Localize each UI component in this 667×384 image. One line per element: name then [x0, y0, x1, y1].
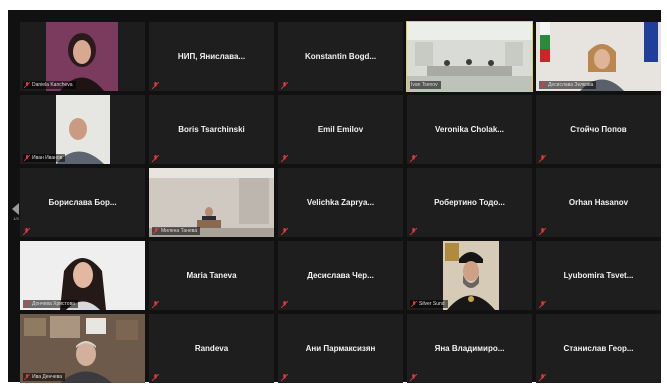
participant-tile-active-speaker[interactable]: Ivan Tsenov [406, 21, 533, 92]
participant-name: Velichka Zaprya... [306, 198, 375, 207]
meeting-gallery-view: 1/3 1/3 Daniela Kancheva НИП, Янислава..… [8, 10, 661, 383]
participant-name: Яна Владимиро... [434, 344, 505, 353]
muted-mic-icon [152, 82, 159, 89]
muted-mic-icon [24, 374, 30, 380]
muted-mic-icon [24, 82, 30, 88]
video-name-label: Дончева Христова [23, 300, 78, 308]
video-name-label: Silver Sund [410, 300, 448, 308]
participant-grid: Daniela Kancheva НИП, Янислава... Konsta… [20, 21, 661, 383]
participant-name: Konstantin Bogd... [304, 52, 377, 61]
participant-tile[interactable]: Orhan Hasanov [536, 168, 661, 237]
muted-mic-icon [539, 228, 546, 235]
muted-mic-icon [410, 374, 417, 381]
muted-mic-icon [281, 374, 288, 381]
participant-tile[interactable]: Робертино Тодо... [407, 168, 532, 237]
participant-name: НИП, Янислава... [177, 52, 246, 61]
participant-tile[interactable]: Десислава Чер... [278, 241, 403, 310]
participant-tile[interactable]: НИП, Янислава... [149, 22, 274, 91]
participant-tile-video[interactable]: Silver Sund [407, 241, 532, 310]
participant-name: Ани Пармаксизян [305, 344, 376, 353]
muted-mic-icon [24, 155, 30, 161]
participant-name: Maria Taneva [186, 271, 237, 280]
participant-name: Станислав Геор... [563, 344, 634, 353]
participant-name: Робертино Тодо... [434, 198, 505, 207]
participant-tile-video[interactable]: Daniela Kancheva [20, 22, 145, 91]
muted-mic-icon [281, 228, 288, 235]
muted-mic-icon [410, 155, 417, 162]
video-name-label: Ivan Tsenov [410, 81, 441, 89]
muted-mic-icon [539, 155, 546, 162]
participant-tile[interactable]: Randeva [149, 314, 274, 383]
participant-name: Lyubomira Tsvet... [563, 271, 634, 280]
participant-tile[interactable]: Ани Пармаксизян [278, 314, 403, 383]
video-name-label: Daniela Kancheva [23, 81, 76, 89]
participant-name: Десислава Чер... [307, 271, 374, 280]
muted-mic-icon [281, 301, 288, 308]
muted-mic-icon [23, 228, 30, 235]
participant-tile[interactable]: Борислава Бор... [20, 168, 145, 237]
chevron-left-icon [12, 203, 19, 215]
muted-mic-icon [539, 301, 546, 308]
muted-mic-icon [152, 155, 159, 162]
participant-tile-video[interactable]: Иван Иванов [20, 95, 145, 164]
participant-tile[interactable]: Станислав Геор... [536, 314, 661, 383]
video-name-label: Десислава Зелкова [539, 81, 597, 89]
participant-name: Emil Emilov [317, 125, 364, 134]
participant-name: Boris Tsarchinski [178, 125, 245, 134]
muted-mic-icon [410, 228, 417, 235]
participant-tile[interactable]: Boris Tsarchinski [149, 95, 274, 164]
participant-tile-video[interactable]: Милена Танева [149, 168, 274, 237]
muted-mic-icon [152, 374, 159, 381]
muted-mic-icon [24, 301, 30, 307]
video-name-label: Милена Танева [152, 227, 201, 235]
muted-mic-icon [281, 82, 288, 89]
participant-tile[interactable]: Konstantin Bogd... [278, 22, 403, 91]
participant-name: Randeva [194, 344, 229, 353]
participant-tile[interactable]: Maria Taneva [149, 241, 274, 310]
muted-mic-icon [281, 155, 288, 162]
prev-page-indicator: 1/3 [13, 216, 19, 221]
participant-tile-video[interactable]: Десислава Зелкова [536, 22, 661, 91]
muted-mic-icon [411, 301, 417, 307]
muted-mic-icon [153, 228, 159, 234]
participant-tile-video[interactable]: Ива Денчева [20, 314, 145, 383]
participant-name: Стойчо Попов [570, 125, 627, 134]
participant-tile[interactable]: Стойчо Попов [536, 95, 661, 164]
participant-tile[interactable]: Veronika Cholak... [407, 95, 532, 164]
participant-tile-video[interactable]: Дончева Христова [20, 241, 145, 310]
participant-tile[interactable]: Velichka Zaprya... [278, 168, 403, 237]
video-name-label: Иван Иванов [23, 154, 66, 162]
participant-name: Orhan Hasanov [568, 198, 629, 207]
video-name-label: Ива Денчева [23, 373, 66, 381]
muted-mic-icon [539, 374, 546, 381]
participant-tile[interactable]: Яна Владимиро... [407, 314, 532, 383]
participant-name: Борислава Бор... [48, 198, 117, 207]
participant-tile[interactable]: Emil Emilov [278, 95, 403, 164]
muted-mic-icon [152, 301, 159, 308]
muted-mic-icon [540, 82, 546, 88]
participant-name: Veronika Cholak... [435, 125, 504, 134]
participant-tile[interactable]: Lyubomira Tsvet... [536, 241, 661, 310]
